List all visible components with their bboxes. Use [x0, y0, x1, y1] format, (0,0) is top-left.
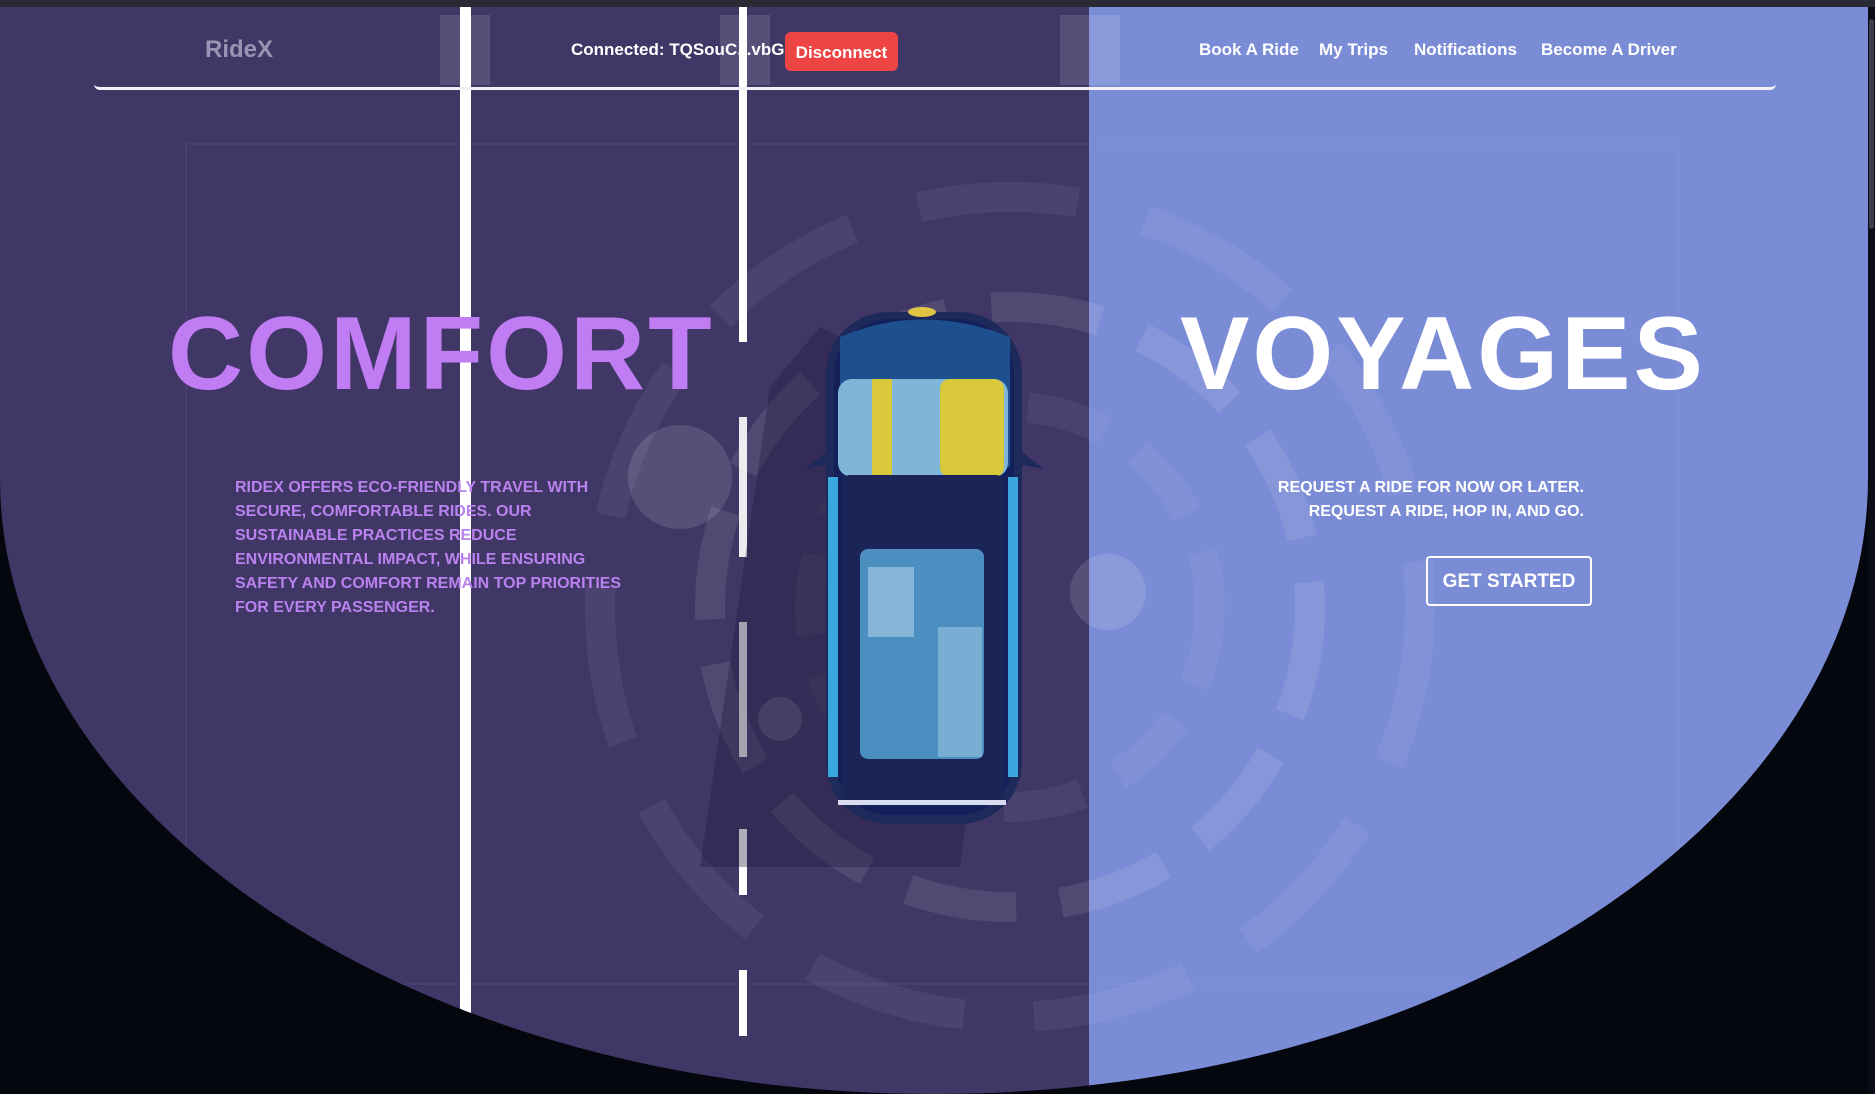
decor-blob [628, 425, 732, 529]
nav-link-notifications[interactable]: Notifications [1414, 40, 1517, 60]
nav-link-book-a-ride[interactable]: Book A Ride [1199, 40, 1299, 60]
hero-tagline-line-1: REQUEST A RIDE FOR NOW OR LATER. [1277, 479, 1584, 496]
lane-dash [739, 417, 747, 557]
car-rear-bumper [838, 800, 1006, 805]
nav-link-become-a-driver[interactable]: Become A Driver [1541, 40, 1677, 60]
car-side-trim-left [828, 477, 838, 777]
hero-title-voyages: VOYAGES [1180, 296, 1706, 412]
browser-top-edge [0, 0, 1875, 7]
road-center-dashes [739, 7, 747, 1036]
hero-description: RIDEX OFFERS ECO-FRIENDLY TRAVEL WITH SE… [235, 479, 622, 616]
car-roof-light [908, 307, 936, 317]
get-started-button[interactable]: GET STARTED [1426, 556, 1592, 606]
hero-tagline: REQUEST A RIDE FOR NOW OR LATER. REQUEST… [1240, 476, 1584, 524]
decor-blob [1070, 554, 1146, 630]
car-mirror-right [1022, 452, 1044, 469]
page: RideX Connected: TQSouC...vbGY Disconnec… [0, 0, 1875, 1094]
lane-dash [739, 970, 747, 1036]
wallet-connection-status: Connected: TQSouC...vbGY [571, 40, 796, 59]
car-side-trim-right [1008, 477, 1018, 777]
brand-logo[interactable]: RideX [205, 36, 273, 64]
navbar [94, 7, 1776, 90]
car-sunroof-glare [868, 567, 914, 637]
nav-link-my-trips[interactable]: My Trips [1319, 40, 1388, 60]
car-windshield-reflection [940, 379, 1004, 477]
page-scrollbar[interactable] [1868, 7, 1875, 1094]
scrollbar-thumb[interactable] [1869, 19, 1874, 229]
disconnect-button[interactable]: Disconnect [785, 32, 898, 71]
car-sunroof-glare [938, 627, 982, 757]
car-top-view [806, 307, 1044, 824]
hero-title-comfort: COMFORT [168, 296, 715, 412]
car-windshield-stripe [872, 379, 892, 477]
hero-tagline-line-2: REQUEST A RIDE, HOP IN, AND GO. [1308, 503, 1584, 520]
